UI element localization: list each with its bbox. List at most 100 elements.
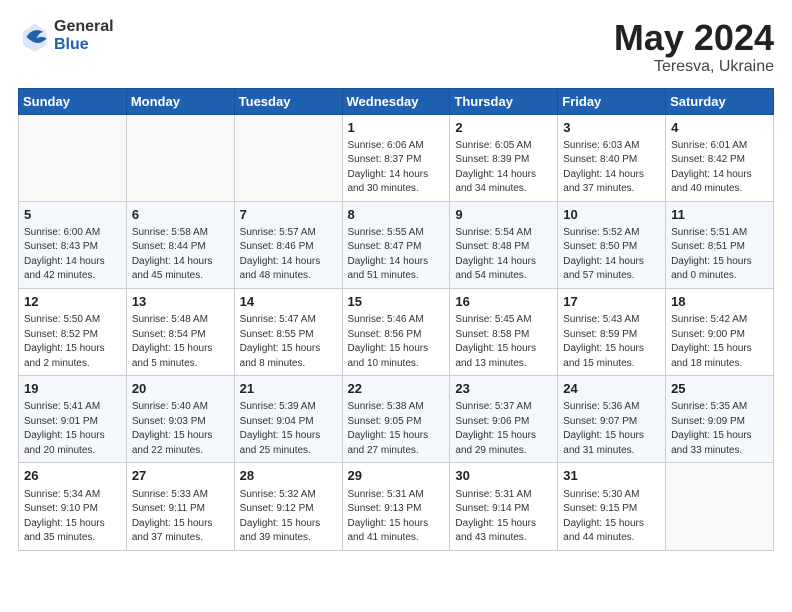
day-info: Sunrise: 5:30 AMSunset: 9:15 PMDaylight:… [563, 488, 660, 546]
day-info: Sunrise: 5:50 AMSunset: 8:52 PMDaylight:… [24, 313, 121, 371]
day-info: Sunrise: 6:01 AMSunset: 8:42 PMDaylight:… [671, 139, 768, 197]
table-row: 23 Sunrise: 5:37 AMSunset: 9:06 PMDayligh… [450, 376, 558, 463]
day-number: 19 [24, 380, 121, 398]
day-info: Sunrise: 5:36 AMSunset: 9:07 PMDaylight:… [563, 400, 660, 458]
table-row: 25Sunrise: 5:35 AMSunset: 9:09 PMDayligh… [666, 376, 774, 463]
day-info: Sunrise: 6:05 AMSunset: 8:39 PMDaylight:… [455, 139, 552, 197]
day-number: 27 [132, 467, 229, 485]
day-number: 25 [671, 380, 768, 398]
table-row: 4 Sunrise: 6:01 AMSunset: 8:42 PMDaylight… [666, 114, 774, 201]
col-friday: Friday [558, 88, 666, 114]
calendar-week-1: 1 Sunrise: 6:06 AMSunset: 8:37 PMDaylight… [19, 114, 774, 201]
table-row: 29Sunrise: 5:31 AMSunset: 9:13 PMDayligh… [342, 463, 450, 550]
header: General Blue May 2024 Teresva, Ukraine [18, 18, 774, 76]
day-number: 28 [240, 467, 337, 485]
table-row: 28 Sunrise: 5:32 AMSunset: 9:12 PMDayligh… [234, 463, 342, 550]
day-info: Sunrise: 5:46 AMSunset: 8:56 PMDaylight:… [348, 313, 445, 371]
day-number: 30 [455, 467, 552, 485]
day-number: 12 [24, 293, 121, 311]
day-info: Sunrise: 5:41 AMSunset: 9:01 PMDaylight:… [24, 400, 121, 458]
table-row: 20 Sunrise: 5:40 AMSunset: 9:03 PMDayligh… [126, 376, 234, 463]
day-info: Sunrise: 5:32 AMSunset: 9:12 PMDaylight:… [240, 488, 337, 546]
table-row: 6 Sunrise: 5:58 AMSunset: 8:44 PMDaylight… [126, 201, 234, 288]
table-row: 1 Sunrise: 6:06 AMSunset: 8:37 PMDaylight… [342, 114, 450, 201]
table-row: 7 Sunrise: 5:57 AMSunset: 8:46 PMDaylight… [234, 201, 342, 288]
table-row: 26Sunrise: 5:34 AMSunset: 9:10 PMDayligh… [19, 463, 127, 550]
day-info: Sunrise: 5:58 AMSunset: 8:44 PMDaylight:… [132, 226, 229, 284]
table-row: 12 Sunrise: 5:50 AMSunset: 8:52 PMDayligh… [19, 288, 127, 375]
day-info: Sunrise: 5:42 AMSunset: 9:00 PMDaylight:… [671, 313, 768, 371]
title-location: Teresva, Ukraine [614, 58, 774, 76]
logo-icon [18, 20, 50, 52]
table-row: 2Sunrise: 6:05 AMSunset: 8:39 PMDaylight… [450, 114, 558, 201]
table-row: 9Sunrise: 5:54 AMSunset: 8:48 PMDaylight… [450, 201, 558, 288]
day-number: 26 [24, 467, 121, 485]
day-info: Sunrise: 5:39 AMSunset: 9:04 PMDaylight:… [240, 400, 337, 458]
logo-general: General [54, 18, 114, 36]
table-row: 14Sunrise: 5:47 AMSunset: 8:55 PMDayligh… [234, 288, 342, 375]
day-info: Sunrise: 5:40 AMSunset: 9:03 PMDaylight:… [132, 400, 229, 458]
day-number: 4 [671, 119, 768, 137]
page: General Blue May 2024 Teresva, Ukraine S… [0, 0, 792, 561]
table-row: 16 Sunrise: 5:45 AMSunset: 8:58 PMDayligh… [450, 288, 558, 375]
table-row: 13Sunrise: 5:48 AMSunset: 8:54 PMDayligh… [126, 288, 234, 375]
day-number: 8 [348, 206, 445, 224]
day-number: 1 [348, 119, 445, 137]
table-row: 3Sunrise: 6:03 AMSunset: 8:40 PMDaylight… [558, 114, 666, 201]
table-row: 19 Sunrise: 5:41 AMSunset: 9:01 PMDayligh… [19, 376, 127, 463]
col-tuesday: Tuesday [234, 88, 342, 114]
calendar-table: Sunday Monday Tuesday Wednesday Thursday… [18, 88, 774, 551]
day-info: Sunrise: 5:57 AMSunset: 8:46 PMDaylight:… [240, 226, 337, 284]
day-number: 21 [240, 380, 337, 398]
day-info: Sunrise: 5:55 AMSunset: 8:47 PMDaylight:… [348, 226, 445, 284]
table-row: 21 Sunrise: 5:39 AMSunset: 9:04 PMDayligh… [234, 376, 342, 463]
table-row: 15Sunrise: 5:46 AMSunset: 8:56 PMDayligh… [342, 288, 450, 375]
day-number: 24 [563, 380, 660, 398]
day-number: 18 [671, 293, 768, 311]
calendar-header-row: Sunday Monday Tuesday Wednesday Thursday… [19, 88, 774, 114]
day-info: Sunrise: 5:43 AMSunset: 8:59 PMDaylight:… [563, 313, 660, 371]
day-number: 7 [240, 206, 337, 224]
table-row: 8 Sunrise: 5:55 AMSunset: 8:47 PMDaylight… [342, 201, 450, 288]
table-row: 31 Sunrise: 5:30 AMSunset: 9:15 PMDayligh… [558, 463, 666, 550]
table-row: 18 Sunrise: 5:42 AMSunset: 9:00 PMDayligh… [666, 288, 774, 375]
col-monday: Monday [126, 88, 234, 114]
day-number: 20 [132, 380, 229, 398]
table-row: 5Sunrise: 6:00 AMSunset: 8:43 PMDaylight… [19, 201, 127, 288]
title-block: May 2024 Teresva, Ukraine [614, 18, 774, 76]
table-row: 27 Sunrise: 5:33 AMSunset: 9:11 PMDayligh… [126, 463, 234, 550]
table-row: 22 Sunrise: 5:38 AMSunset: 9:05 PMDayligh… [342, 376, 450, 463]
day-info: Sunrise: 5:48 AMSunset: 8:54 PMDaylight:… [132, 313, 229, 371]
day-number: 31 [563, 467, 660, 485]
calendar-week-3: 12 Sunrise: 5:50 AMSunset: 8:52 PMDayligh… [19, 288, 774, 375]
day-number: 29 [348, 467, 445, 485]
table-row: 24 Sunrise: 5:36 AMSunset: 9:07 PMDayligh… [558, 376, 666, 463]
day-number: 6 [132, 206, 229, 224]
title-month: May 2024 [614, 18, 774, 58]
day-number: 9 [455, 206, 552, 224]
day-number: 16 [455, 293, 552, 311]
day-info: Sunrise: 5:37 AMSunset: 9:06 PMDaylight:… [455, 400, 552, 458]
day-info: Sunrise: 5:45 AMSunset: 8:58 PMDaylight:… [455, 313, 552, 371]
table-row: 30 Sunrise: 5:31 AMSunset: 9:14 PMDayligh… [450, 463, 558, 550]
day-info: Sunrise: 6:06 AMSunset: 8:37 PMDaylight:… [348, 139, 445, 197]
table-row: 11Sunrise: 5:51 AMSunset: 8:51 PMDayligh… [666, 201, 774, 288]
day-number: 3 [563, 119, 660, 137]
day-number: 17 [563, 293, 660, 311]
col-thursday: Thursday [450, 88, 558, 114]
day-number: 14 [240, 293, 337, 311]
table-row: 10 Sunrise: 5:52 AMSunset: 8:50 PMDayligh… [558, 201, 666, 288]
day-info: Sunrise: 5:33 AMSunset: 9:11 PMDaylight:… [132, 488, 229, 546]
day-info: Sunrise: 5:52 AMSunset: 8:50 PMDaylight:… [563, 226, 660, 284]
table-row [126, 114, 234, 201]
day-number: 22 [348, 380, 445, 398]
logo: General Blue [18, 18, 114, 53]
table-row [19, 114, 127, 201]
day-number: 23 [455, 380, 552, 398]
day-number: 10 [563, 206, 660, 224]
logo-blue: Blue [54, 36, 114, 54]
day-info: Sunrise: 5:51 AMSunset: 8:51 PMDaylight:… [671, 226, 768, 284]
day-info: Sunrise: 5:38 AMSunset: 9:05 PMDaylight:… [348, 400, 445, 458]
day-info: Sunrise: 5:31 AMSunset: 9:14 PMDaylight:… [455, 488, 552, 546]
table-row: 17 Sunrise: 5:43 AMSunset: 8:59 PMDayligh… [558, 288, 666, 375]
